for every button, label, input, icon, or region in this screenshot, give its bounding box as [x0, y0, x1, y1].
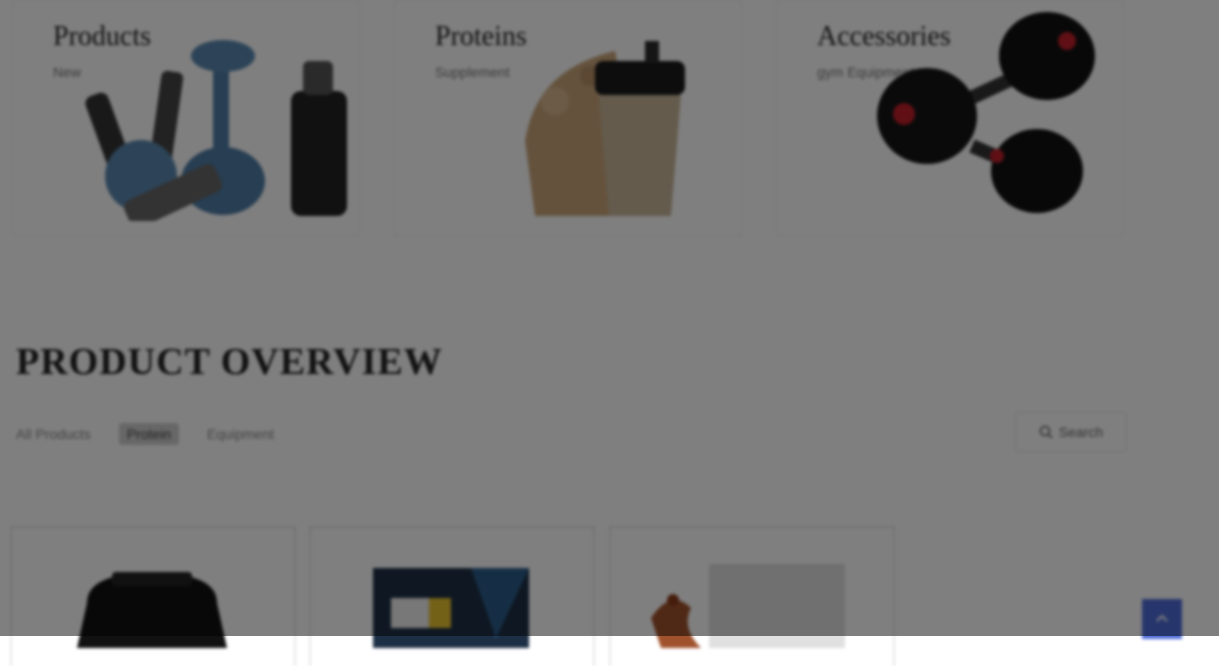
filter-bar: All Products Protein Equipment	[16, 422, 274, 446]
category-card-products[interactable]: Products New	[12, 0, 360, 236]
product-card[interactable]	[609, 526, 895, 666]
product-image	[77, 572, 227, 648]
protein-shaker-image	[525, 41, 685, 216]
search-icon	[1039, 425, 1053, 439]
gym-gear-image	[85, 40, 347, 221]
filter-all-products[interactable]: All Products	[16, 426, 91, 442]
category-card-proteins[interactable]: Proteins Supplement	[394, 0, 742, 236]
scroll-to-top-button[interactable]	[1142, 599, 1182, 639]
product-image	[651, 564, 845, 648]
filter-protein[interactable]: Protein	[118, 423, 180, 445]
search-button[interactable]: Search	[1015, 412, 1127, 452]
product-card[interactable]	[309, 526, 595, 666]
category-card-accessories[interactable]: Accessories gym Equipment	[776, 0, 1124, 236]
search-label: Search	[1058, 424, 1104, 440]
section-title: PRODUCT OVERVIEW	[16, 341, 443, 383]
filter-equipment[interactable]: Equipment	[207, 426, 274, 442]
arrow-up-icon	[1156, 614, 1168, 622]
product-card[interactable]	[10, 526, 296, 666]
dumbbell-image	[877, 12, 1095, 213]
category-subtitle: New	[53, 64, 82, 80]
page: Products New Proteins Supplement Accesso…	[0, 0, 1219, 666]
product-image	[373, 568, 529, 648]
